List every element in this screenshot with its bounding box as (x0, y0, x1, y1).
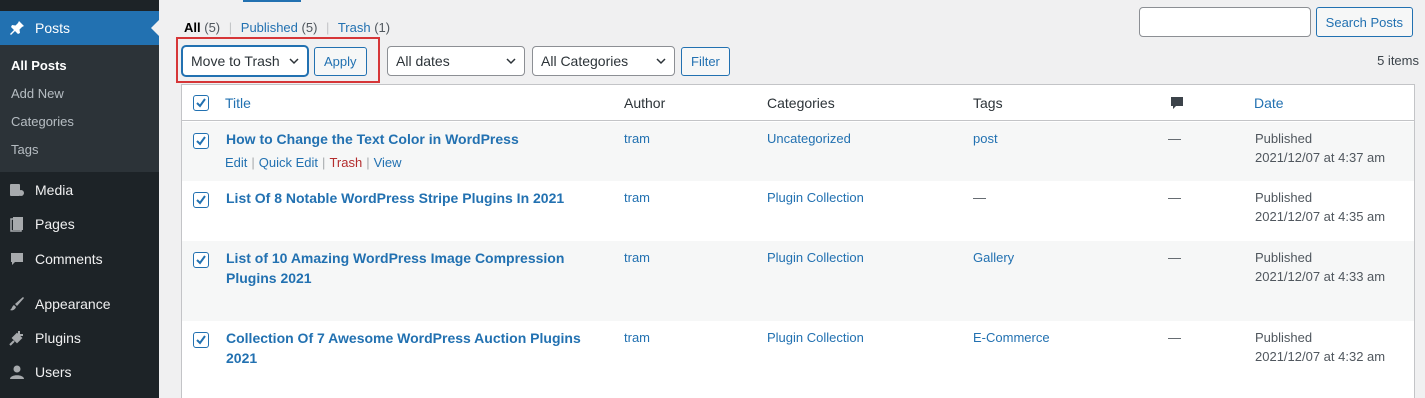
category-link[interactable]: Plugin Collection (767, 330, 864, 345)
post-date: Published 2021/12/07 at 4:32 am (1255, 330, 1386, 364)
category-link[interactable]: Plugin Collection (767, 190, 864, 205)
edit-link[interactable]: Edit (225, 155, 247, 170)
top-strip (243, 0, 301, 2)
comments-icon (9, 251, 25, 267)
author-link[interactable]: tram (624, 131, 650, 146)
row-checkbox[interactable] (193, 192, 209, 208)
post-title-link[interactable]: List Of 8 Notable WordPress Stripe Plugi… (226, 188, 596, 208)
menu-users-label: Users (35, 364, 72, 380)
posts-submenu: All Posts Add New Categories Tags (0, 45, 159, 172)
column-tags: Tags (973, 95, 1003, 111)
submenu-tags[interactable]: Tags (0, 139, 159, 167)
menu-appearance[interactable]: Appearance (0, 287, 159, 321)
table-row: Collection Of 7 Awesome WordPress Auctio… (182, 321, 1414, 398)
plug-icon (9, 330, 25, 346)
date-filter-select[interactable]: All dates (387, 46, 525, 76)
submenu-all-posts[interactable]: All Posts (0, 55, 159, 83)
category-filter-select[interactable]: All Categories (532, 46, 675, 76)
row-checkbox[interactable] (193, 133, 209, 149)
post-status-views: All (5) | Published (5) | Trash (1) (184, 20, 391, 35)
tag-empty: — (973, 190, 986, 205)
comment-count: — (1168, 250, 1181, 265)
comment-count: — (1168, 330, 1181, 345)
menu-comments-label: Comments (35, 251, 103, 267)
posts-table: Title Author Categories Tags Date How to… (181, 84, 1415, 398)
view-link[interactable]: View (374, 155, 402, 170)
author-link[interactable]: tram (624, 250, 650, 265)
menu-media[interactable]: Media (0, 173, 159, 207)
check-icon (196, 255, 206, 265)
check-icon (196, 98, 206, 108)
menu-comments[interactable]: Comments (0, 242, 159, 276)
post-title-link[interactable]: Collection Of 7 Awesome WordPress Auctio… (226, 328, 596, 368)
tag-link[interactable]: Gallery (973, 250, 1014, 265)
trash-link[interactable]: Trash (329, 155, 362, 170)
menu-plugins[interactable]: Plugins (0, 321, 159, 355)
menu-pages-label: Pages (35, 216, 75, 232)
post-date: Published 2021/12/07 at 4:35 am (1255, 190, 1386, 224)
menu-posts-label: Posts (35, 20, 71, 36)
main-content: All (5) | Published (5) | Trash (1) Sear… (159, 0, 1425, 398)
post-date: Published 2021/12/07 at 4:33 am (1255, 250, 1386, 284)
table-row: How to Change the Text Color in WordPres… (182, 122, 1414, 181)
author-link[interactable]: tram (624, 330, 650, 345)
check-icon (196, 335, 206, 345)
view-trash[interactable]: Trash (338, 20, 371, 35)
column-title[interactable]: Title (225, 95, 251, 111)
menu-plugins-label: Plugins (35, 330, 81, 346)
paintbrush-icon (9, 296, 25, 312)
quick-edit-link[interactable]: Quick Edit (259, 155, 318, 170)
comment-count: — (1168, 131, 1181, 146)
tag-link[interactable]: post (973, 131, 998, 146)
chevron-down-icon (289, 58, 299, 65)
media-icon (9, 182, 25, 198)
filter-button[interactable]: Filter (681, 47, 730, 76)
menu-appearance-label: Appearance (35, 296, 111, 312)
column-categories: Categories (767, 95, 835, 111)
category-link[interactable]: Plugin Collection (767, 250, 864, 265)
menu-pages[interactable]: Pages (0, 207, 159, 241)
menu-posts[interactable]: Posts (0, 11, 159, 45)
chevron-down-icon (506, 58, 516, 65)
search-input[interactable] (1138, 7, 1311, 37)
table-row: List Of 8 Notable WordPress Stripe Plugi… (182, 181, 1414, 241)
author-link[interactable]: tram (624, 190, 650, 205)
row-checkbox[interactable] (193, 252, 209, 268)
search-box: Search Posts (1138, 7, 1413, 37)
category-link[interactable]: Uncategorized (767, 131, 851, 146)
apply-button[interactable]: Apply (314, 47, 367, 76)
table-header: Title Author Categories Tags Date (182, 85, 1414, 121)
menu-users[interactable]: Users (0, 355, 159, 389)
table-row: List of 10 Amazing WordPress Image Compr… (182, 241, 1414, 321)
search-posts-button[interactable]: Search Posts (1315, 7, 1413, 37)
user-icon (9, 364, 25, 380)
check-icon (196, 195, 206, 205)
comment-count: — (1168, 190, 1181, 205)
post-title-link[interactable]: List of 10 Amazing WordPress Image Compr… (226, 248, 576, 288)
admin-sidebar: Posts All Posts Add New Categories Tags … (0, 0, 159, 398)
view-published[interactable]: Published (241, 20, 298, 35)
row-actions: Edit | Quick Edit | Trash | View (225, 155, 402, 170)
pages-icon (9, 216, 25, 232)
tag-link[interactable]: E-Commerce (973, 330, 1050, 345)
row-checkbox[interactable] (193, 332, 209, 348)
items-count: 5 items (1377, 53, 1419, 68)
submenu-add-new[interactable]: Add New (0, 83, 159, 111)
column-author: Author (624, 95, 666, 111)
check-icon (196, 136, 206, 146)
comment-bubble-icon[interactable] (1170, 96, 1184, 113)
pin-icon (9, 20, 25, 36)
submenu-categories[interactable]: Categories (0, 111, 159, 139)
post-date: Published 2021/12/07 at 4:37 am (1255, 131, 1386, 165)
menu-media-label: Media (35, 182, 74, 198)
bulk-action-select[interactable]: Move to Trash (182, 46, 308, 76)
post-title-link[interactable]: How to Change the Text Color in WordPres… (226, 129, 596, 149)
select-all-checkbox[interactable] (193, 95, 209, 111)
view-all[interactable]: All (184, 20, 201, 35)
column-date[interactable]: Date (1254, 95, 1284, 111)
chevron-down-icon (656, 58, 666, 65)
